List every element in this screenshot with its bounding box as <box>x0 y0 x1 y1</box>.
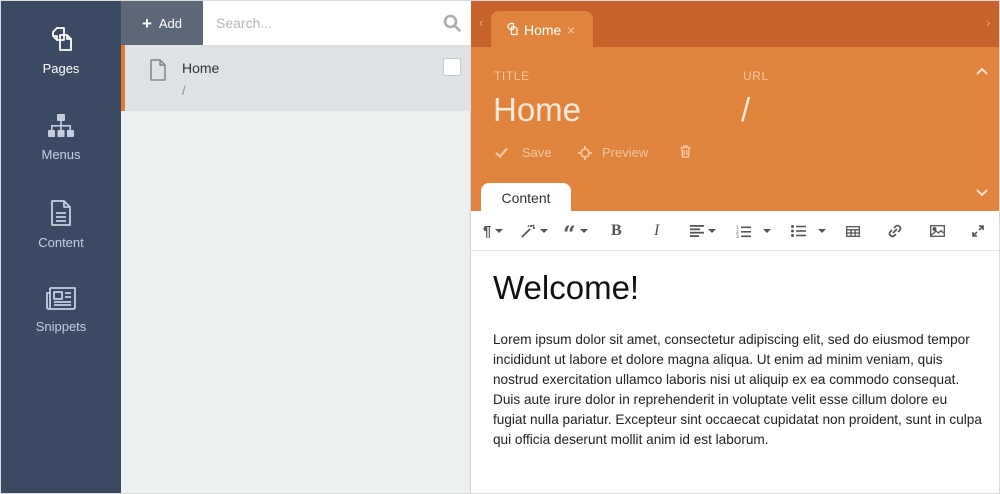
crosshair-icon <box>578 145 592 160</box>
page-title: Home <box>182 60 220 76</box>
image-button[interactable] <box>930 211 945 251</box>
content-tab-label: Content <box>501 190 551 206</box>
ordered-list-icon: 123 <box>736 225 751 238</box>
document-icon <box>51 200 71 226</box>
quote-icon: “ <box>563 222 576 248</box>
italic-button[interactable]: I <box>654 211 659 251</box>
sitemap-icon <box>48 114 74 137</box>
url-field[interactable]: / <box>741 91 750 129</box>
fullscreen-button[interactable] <box>972 211 984 251</box>
align-icon <box>690 225 704 237</box>
nav-item-label: Content <box>38 235 84 250</box>
align-button[interactable] <box>690 211 716 251</box>
tab-home[interactable]: Home × <box>491 11 593 47</box>
url-label: URL <box>743 69 769 83</box>
nav-item-snippets[interactable]: Snippets <box>1 285 121 365</box>
editor-content[interactable]: Welcome! Lorem ipsum dolor sit amet, con… <box>493 269 983 450</box>
page-select-checkbox[interactable] <box>443 58 461 76</box>
unordered-list-button[interactable] <box>791 211 826 251</box>
search-icon[interactable] <box>443 14 461 32</box>
magic-wand-icon <box>521 224 535 238</box>
nav-item-label: Snippets <box>35 319 87 334</box>
quote-button[interactable]: “ <box>563 211 588 251</box>
preview-label: Preview <box>602 145 649 160</box>
unordered-list-icon <box>791 225 806 237</box>
page-url: / <box>182 83 186 98</box>
nav-item-content[interactable]: Content <box>1 199 121 279</box>
italic-icon: I <box>654 222 660 239</box>
nav-item-label: Pages <box>42 61 80 76</box>
save-label: Save <box>522 145 552 160</box>
app-window: Pages Menus Content Snippets + Add Searc… <box>0 0 1000 494</box>
close-icon[interactable]: × <box>567 22 575 38</box>
bold-icon: B <box>611 222 622 239</box>
plus-icon: + <box>141 13 152 33</box>
trash-icon[interactable] <box>680 145 691 158</box>
image-icon <box>930 225 945 237</box>
table-icon <box>846 225 860 237</box>
chevron-right-icon[interactable]: › <box>986 15 990 30</box>
pages-toolbar: + Add <box>121 1 471 45</box>
paragraph-button[interactable]: ¶ <box>483 211 504 251</box>
link-icon <box>888 224 902 238</box>
nav-item-label: Menus <box>41 147 81 162</box>
check-icon <box>495 147 508 158</box>
page-list-item[interactable]: Home / <box>121 45 471 111</box>
magic-wand-button[interactable] <box>521 211 548 251</box>
table-button[interactable] <box>846 211 860 251</box>
page-editor: ‹ Home × › TITLE Home URL / Save Preview… <box>471 1 999 493</box>
newspaper-icon <box>46 287 76 310</box>
editor-tab-bar: ‹ Home × › <box>471 1 999 47</box>
nav-item-pages[interactable]: Pages <box>1 25 121 105</box>
tab-label: Home <box>524 22 562 38</box>
fullscreen-icon <box>972 225 984 237</box>
pages-icon <box>52 27 72 51</box>
chevron-left-icon[interactable]: ‹ <box>479 15 483 30</box>
svg-text:3: 3 <box>736 234 739 238</box>
nav-item-menus[interactable]: Menus <box>1 113 121 193</box>
content-paragraph: Lorem ipsum dolor sit amet, consectetur … <box>493 332 982 447</box>
chevron-down-icon[interactable] <box>976 189 988 197</box>
ordered-list-button[interactable]: 123 <box>736 211 771 251</box>
paragraph-icon: ¶ <box>483 222 492 240</box>
editor-toolbar: ¶ “ B I 123 <box>471 211 999 251</box>
content-heading: Welcome! <box>493 269 640 306</box>
title-label: TITLE <box>494 69 530 83</box>
page-document-icon <box>150 59 166 81</box>
save-button[interactable]: Save <box>495 145 552 160</box>
preview-button[interactable]: Preview <box>578 145 648 160</box>
main-nav: Pages Menus Content Snippets <box>1 1 121 493</box>
title-field[interactable]: Home <box>493 91 581 129</box>
add-page-button[interactable]: + Add <box>121 1 203 45</box>
add-button-label: Add <box>158 15 183 31</box>
bold-button[interactable]: B <box>611 211 622 251</box>
pages-panel: + Add Home / <box>121 1 471 493</box>
tab-content[interactable]: Content <box>481 183 571 211</box>
chevron-up-icon[interactable] <box>976 67 988 75</box>
page-properties: TITLE Home URL / Save Preview Content <box>471 47 999 211</box>
link-button[interactable] <box>888 211 902 251</box>
pages-icon <box>507 22 518 36</box>
search-input[interactable] <box>203 1 471 45</box>
